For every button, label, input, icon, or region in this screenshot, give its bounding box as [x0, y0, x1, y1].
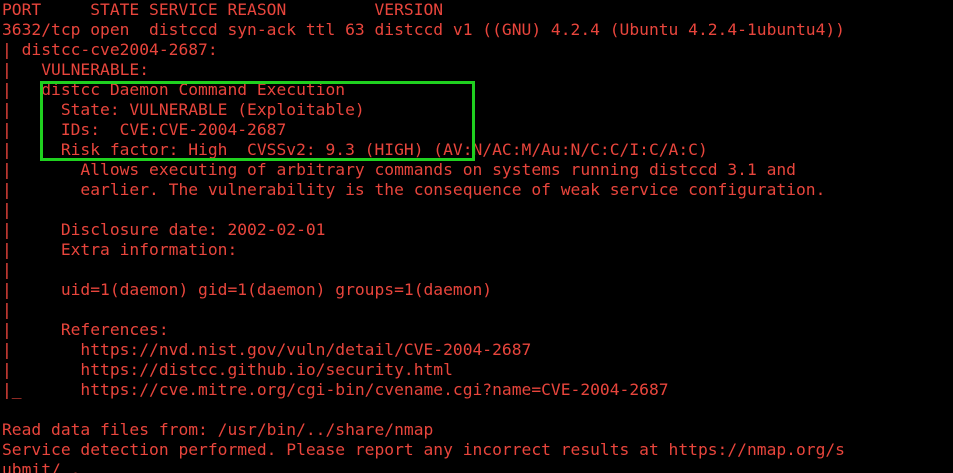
terminal-line-risk: | Risk factor: High CVSSv2: 9.3 (HIGH) (…: [2, 140, 708, 159]
terminal-line-submit: ubmit/ .: [2, 460, 81, 473]
terminal-line-ref-nvd: | https://nvd.nist.gov/vuln/detail/CVE-2…: [2, 340, 532, 359]
terminal-line-vuln-title: | distcc Daemon Command Execution: [2, 80, 346, 99]
terminal-line-desc-1: | Allows executing of arbitrary commands…: [2, 160, 796, 179]
terminal-line-service-det: Service detection performed. Please repo…: [2, 440, 845, 459]
terminal-line-port: 3632/tcp open distccd syn-ack ttl 63 dis…: [2, 20, 845, 39]
terminal-line-uid: | uid=1(daemon) gid=1(daemon) groups=1(d…: [2, 280, 493, 299]
terminal-line-header: PORT STATE SERVICE REASON VERSION: [2, 0, 444, 19]
terminal-line-desc-2: | earlier. The vulnerability is the cons…: [2, 180, 826, 199]
terminal-line-data-files: Read data files from: /usr/bin/../share/…: [2, 420, 434, 439]
terminal-line-blank-2: |: [2, 260, 12, 279]
terminal-line-ref-mitre: |_ https://cve.mitre.org/cgi-bin/cvename…: [2, 380, 669, 399]
terminal-line-blank-3: |: [2, 300, 12, 319]
terminal-line-extra-info: | Extra information:: [2, 240, 238, 259]
terminal-line-references: | References:: [2, 320, 169, 339]
terminal-window[interactable]: PORT STATE SERVICE REASON VERSION 3632/t…: [0, 0, 953, 473]
terminal-line-ref-distcc: | https://distcc.github.io/security.html: [2, 360, 453, 379]
terminal-line-blank-1: |: [2, 200, 12, 219]
terminal-line-vulnerable: | VULNERABLE:: [2, 60, 150, 79]
terminal-line-state: | State: VULNERABLE (Exploitable): [2, 100, 365, 119]
terminal-line-script-name: | distcc-cve2004-2687:: [2, 40, 218, 59]
terminal-line-ids: | IDs: CVE:CVE-2004-2687: [2, 120, 287, 139]
terminal-line-disclosure: | Disclosure date: 2002-02-01: [2, 220, 326, 239]
